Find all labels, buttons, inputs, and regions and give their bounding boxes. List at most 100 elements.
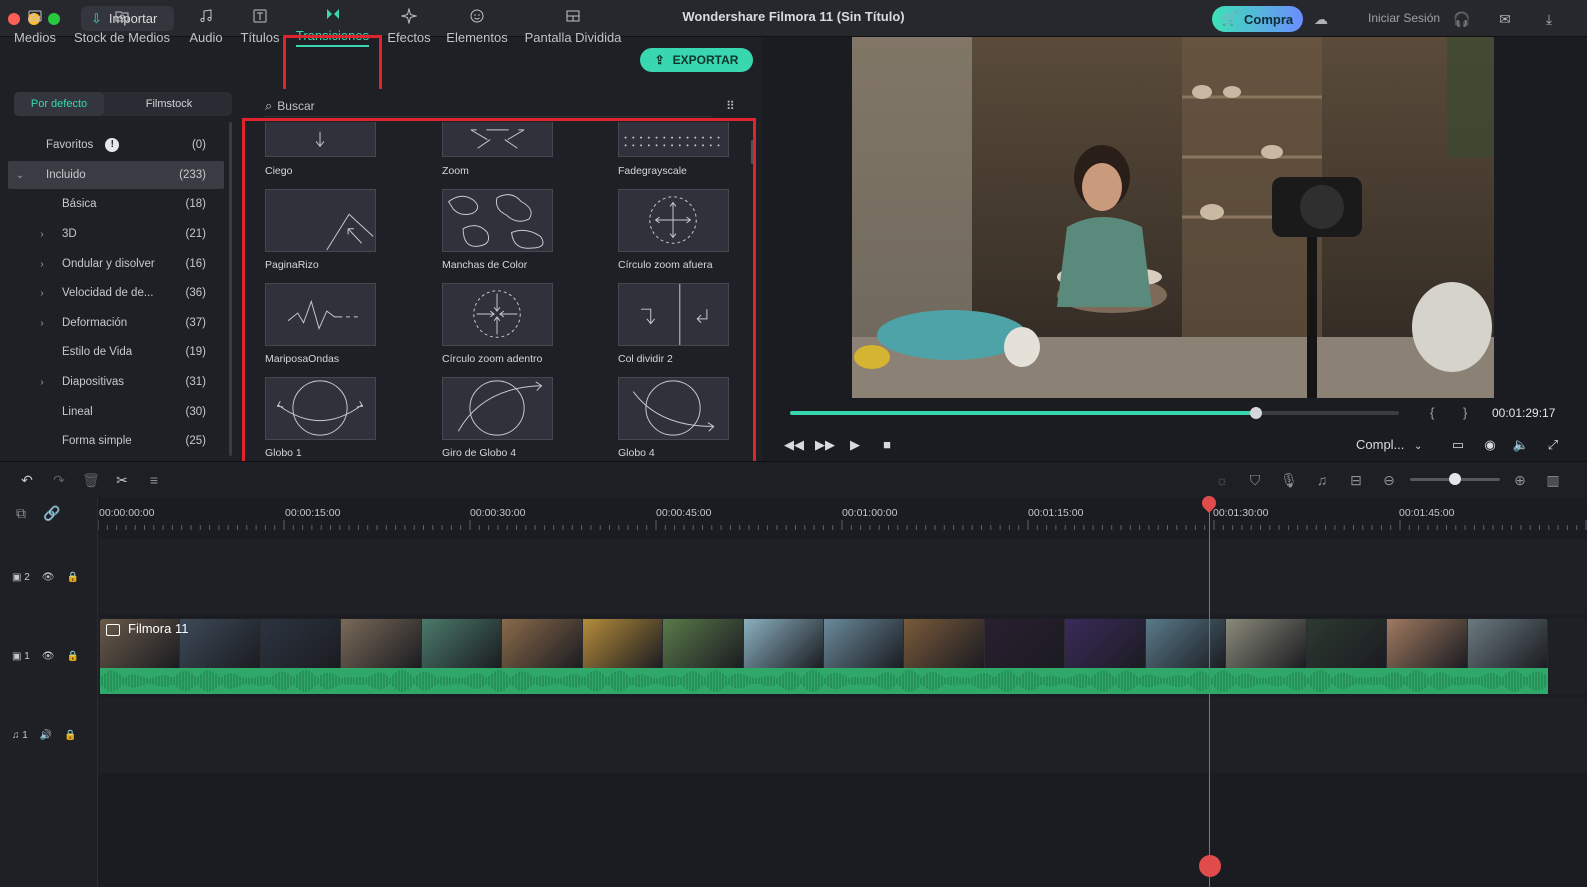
tab-media-label: Medios: [14, 29, 56, 45]
category-favorites[interactable]: Favoritos ! (0): [8, 131, 224, 159]
volume-icon[interactable]: 🔈: [1512, 436, 1530, 454]
track-video-2[interactable]: [98, 539, 1587, 615]
transition-thumb-globe-spin-4[interactable]: [442, 377, 553, 440]
export-button[interactable]: ⇪ EXPORTAR: [640, 48, 753, 72]
timeline-zoom-handle[interactable]: [1449, 473, 1461, 485]
monitor-icon[interactable]: ▭: [1449, 436, 1467, 454]
tab-media[interactable]: Medios: [8, 0, 62, 52]
tab-split-screen[interactable]: Pantalla Dividida: [520, 0, 626, 52]
default-segment-button[interactable]: Por defecto: [14, 92, 104, 116]
category-basic[interactable]: Básica (18): [8, 190, 224, 218]
crop-fit-icon[interactable]: ⊟: [1346, 470, 1366, 490]
step-forward-icon[interactable]: ▶▶: [815, 436, 835, 454]
arrow-down-icon: [315, 131, 325, 148]
filmstock-segment-button[interactable]: Filmstock: [129, 92, 209, 116]
step-back-icon[interactable]: ◀◀: [784, 436, 804, 454]
marker-icon[interactable]: ⛉: [1245, 470, 1265, 490]
link-icon[interactable]: 🔗: [42, 503, 62, 523]
export-icon: ⇪: [654, 53, 665, 67]
transition-thumb-color-blots[interactable]: [442, 189, 553, 252]
clip-filmstrip: [100, 619, 1548, 668]
lock-icon[interactable]: 🔒: [67, 651, 79, 662]
category-lifestyle[interactable]: Estilo de Vida (19): [8, 338, 224, 366]
category-count: (0): [191, 139, 206, 151]
category-speed-blur[interactable]: › Velocidad de de... (36): [8, 279, 224, 307]
transition-name: Globo 4: [618, 447, 655, 459]
snapshot-icon[interactable]: ◉: [1481, 436, 1499, 454]
transition-grid-scrollbar[interactable]: [751, 140, 754, 164]
playhead-line[interactable]: [1209, 498, 1210, 887]
transition-thumb-globe-4[interactable]: [618, 377, 729, 440]
chevron-right-icon: ›: [40, 287, 44, 299]
audio-mixer-icon[interactable]: ♫: [1312, 470, 1332, 490]
eye-icon[interactable]: 👁: [42, 651, 55, 662]
transition-name: Círculo zoom afuera: [618, 259, 713, 271]
transition-thumb-fadegrayscale[interactable]: [618, 122, 729, 157]
undo-icon[interactable]: ↶: [17, 470, 37, 490]
transition-thumb-globe-1[interactable]: [265, 377, 376, 440]
tab-titles[interactable]: Títulos: [236, 0, 284, 52]
video-track-icon: ▣ 1: [12, 651, 30, 662]
grid-view-icon[interactable]: ⠿: [726, 99, 740, 113]
tab-transitions[interactable]: Transiciones: [287, 0, 378, 52]
adjust-icon[interactable]: ≡: [144, 470, 164, 490]
zoom-in-icon[interactable]: ⊕: [1510, 470, 1530, 490]
search-icon: ⌕: [265, 97, 273, 113]
page-curl-icon: [326, 213, 374, 251]
transition-thumb-blind[interactable]: [265, 122, 376, 157]
buy-button[interactable]: 🛒 Compra: [1212, 6, 1303, 32]
grid-layout-icon[interactable]: ▥: [1543, 470, 1563, 490]
category-scrollbar[interactable]: [229, 122, 232, 456]
redo-icon[interactable]: ↷: [49, 470, 69, 490]
transition-thumb-page-curl[interactable]: [265, 189, 376, 252]
ruler-label: 00:00:15:00: [285, 507, 341, 519]
category-simple-shape[interactable]: Forma simple (25): [8, 427, 224, 455]
category-3d[interactable]: › 3D (21): [8, 220, 224, 248]
tab-elements[interactable]: Elementos: [442, 0, 512, 52]
category-label: Básica: [62, 198, 97, 210]
delete-icon[interactable]: 🗑: [81, 470, 101, 490]
download-icon[interactable]: ⤓: [1540, 10, 1558, 28]
render-icon[interactable]: ☼: [1212, 470, 1232, 490]
transition-thumb-circle-zoom-out[interactable]: [618, 189, 729, 252]
category-ripple-dissolve[interactable]: › Ondular y disolver (16): [8, 250, 224, 278]
category-warp[interactable]: › Deformación (37): [8, 309, 224, 337]
zoom-out-icon[interactable]: ⊖: [1379, 470, 1399, 490]
speaker-icon[interactable]: 🔊: [40, 730, 52, 741]
cloud-icon[interactable]: ☁: [1312, 10, 1330, 28]
microphone-icon[interactable]: 🎙: [1279, 470, 1299, 490]
transition-thumb-circle-zoom-in[interactable]: [442, 283, 553, 346]
search-field[interactable]: ⌕ Buscar: [265, 95, 712, 117]
tab-effects[interactable]: Efectos: [384, 0, 434, 52]
login-link[interactable]: Iniciar Sesión: [1368, 11, 1440, 25]
category-slideshow[interactable]: › Diapositivas (31): [8, 368, 224, 396]
play-icon[interactable]: ▶: [846, 436, 864, 454]
render-quality-select[interactable]: Compl... ⌄: [1356, 437, 1422, 452]
category-included[interactable]: ⌄ Incluido (233): [8, 161, 224, 189]
tab-stock-media[interactable]: Stock de Medios: [70, 0, 174, 52]
eye-icon[interactable]: 👁: [42, 572, 55, 583]
mark-out-bracket[interactable]: }: [1463, 405, 1467, 420]
clip-thumbnail-frame: [502, 619, 582, 668]
transition-thumb-butterfly-wave[interactable]: [265, 283, 376, 346]
lock-icon[interactable]: 🔒: [64, 730, 76, 741]
add-track-icon[interactable]: ⧉: [11, 503, 31, 523]
transition-thumb-zoom[interactable]: [442, 122, 553, 157]
transition-thumb-column-split[interactable]: [618, 283, 729, 346]
tab-transitions-label: Transiciones: [295, 28, 370, 47]
cut-icon[interactable]: ✂: [112, 470, 132, 490]
fullscreen-icon[interactable]: ⤢: [1544, 436, 1562, 454]
category-linear[interactable]: Lineal (30): [8, 398, 224, 426]
track-audio-1[interactable]: [98, 697, 1587, 773]
playback-seek-bar[interactable]: [790, 407, 1399, 419]
lock-icon[interactable]: 🔒: [67, 572, 79, 583]
mail-icon[interactable]: ✉: [1496, 10, 1514, 28]
split-screen-icon: [566, 10, 580, 21]
mark-in-bracket[interactable]: {: [1430, 405, 1434, 420]
tab-elements-label: Elementos: [446, 29, 508, 45]
playback-seek-handle[interactable]: [1249, 407, 1262, 419]
stop-icon[interactable]: ■: [878, 436, 896, 454]
headset-icon[interactable]: 🎧: [1453, 10, 1471, 28]
tab-audio[interactable]: Audio: [184, 0, 228, 52]
playhead-scissor-handle[interactable]: [1199, 855, 1221, 877]
